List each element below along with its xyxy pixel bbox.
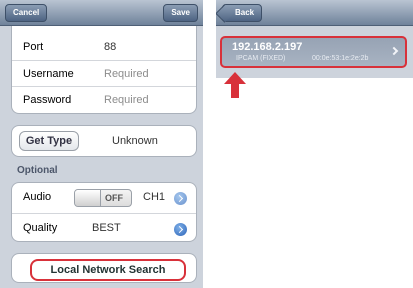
- red-arrow-icon: [224, 72, 246, 98]
- left-screen: Cancel Save Port 88 Username Required Pa…: [0, 0, 203, 288]
- search-group: Local Network Search: [11, 253, 197, 283]
- audio-label: Audio: [23, 191, 52, 203]
- local-network-search-button[interactable]: Local Network Search: [30, 259, 186, 281]
- audio-toggle[interactable]: OFF: [74, 189, 132, 207]
- audio-row: Audio OFF CH1: [12, 183, 196, 213]
- audio-channel-value: CH1: [143, 191, 166, 203]
- disclosure-arrow-icon[interactable]: [174, 223, 187, 236]
- username-field[interactable]: Required: [104, 68, 149, 80]
- camera-type-value: Unknown: [112, 135, 158, 147]
- quality-label: Quality: [23, 222, 58, 234]
- connection-settings-group: Port 88 Username Required Password Requi…: [11, 26, 197, 114]
- camera-type-group: Get Type Unknown: [11, 125, 197, 157]
- optional-settings-group: Audio OFF CH1 Quality BEST: [11, 182, 197, 242]
- audio-toggle-state: OFF: [105, 193, 123, 203]
- device-name: IPCAM (FIXED): [236, 55, 286, 62]
- back-button[interactable]: Back: [222, 4, 263, 22]
- get-type-button[interactable]: Get Type: [19, 131, 79, 151]
- right-screen: Back 192.168.2.197 IPCAM (FIXED) 00:0e:5…: [216, 0, 413, 78]
- quality-value: BEST: [92, 222, 121, 234]
- navbar: Back: [216, 0, 413, 26]
- device-mac: 00:0e:53:1e:2e:2b: [312, 55, 369, 62]
- disclosure-arrow-icon[interactable]: [174, 192, 187, 205]
- password-field[interactable]: Required: [104, 94, 149, 106]
- back-label: Back: [235, 8, 255, 17]
- save-button[interactable]: Save: [163, 4, 198, 22]
- optional-section-label: Optional: [17, 165, 58, 176]
- port-label: Port: [23, 41, 44, 53]
- username-row[interactable]: Username Required: [12, 60, 196, 86]
- device-ip: 192.168.2.197: [232, 41, 303, 53]
- username-label: Username: [23, 68, 74, 80]
- port-row[interactable]: Port 88: [12, 34, 196, 60]
- device-list-item[interactable]: 192.168.2.197 IPCAM (FIXED) 00:0e:53:1e:…: [220, 36, 407, 68]
- port-field[interactable]: 88: [104, 41, 116, 53]
- toggle-knob: [75, 190, 101, 206]
- navbar: Cancel Save: [0, 0, 203, 26]
- password-row[interactable]: Password Required: [12, 86, 196, 114]
- chevron-right-icon: [389, 46, 399, 56]
- password-label: Password: [23, 94, 72, 106]
- cancel-button[interactable]: Cancel: [5, 4, 48, 22]
- quality-row[interactable]: Quality BEST: [12, 213, 196, 243]
